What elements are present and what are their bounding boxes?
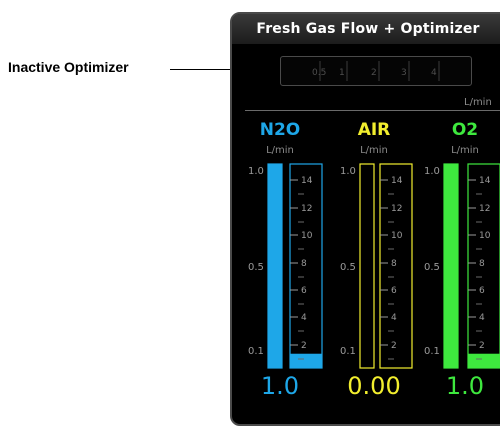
ratio-scale-label: 1.0 <box>248 166 264 177</box>
callout-label: Inactive Optimizer <box>8 59 129 75</box>
flow-scale-label: 14 <box>391 176 403 186</box>
flow-scale-label: 6 <box>301 286 307 296</box>
flow-scale-label: 12 <box>391 204 402 214</box>
flow-scale-label: 6 <box>479 286 485 296</box>
meter-o2: 1.0 0.5 0.1 14 12 10 8 6 4 2 <box>424 163 500 369</box>
flow-scale-label: 2 <box>479 341 485 351</box>
ratio-scale-label: 0.5 <box>424 262 440 273</box>
flow-scale-label: 2 <box>301 341 307 351</box>
meter-air: 1.0 0.5 0.1 14 12 10 8 6 4 2 <box>340 163 413 369</box>
meter-n2o: 1.0 0.5 0.1 14 12 10 8 6 4 2 <box>248 163 323 369</box>
flowmeter-bars: 1.00.50.114121086421.00.50.114121086421.… <box>248 163 500 369</box>
flow-scale-label: 4 <box>301 313 307 323</box>
flow-scale-label: 4 <box>479 313 485 323</box>
ratio-bar-fill <box>268 164 282 368</box>
ratio-scale-label: 0.5 <box>248 262 264 273</box>
ratio-scale-label: 1.0 <box>340 166 356 177</box>
flow-scale-label: 14 <box>301 176 313 186</box>
flow-scale-label: 8 <box>479 259 485 269</box>
ratio-scale-label: 1.0 <box>424 166 440 177</box>
ratio-scale-label: 0.1 <box>340 346 356 357</box>
ratio-scale-label: 0.5 <box>340 262 356 273</box>
ratio-scale-label: 0.1 <box>248 346 264 357</box>
flow-scale-label: 12 <box>301 204 312 214</box>
flow-scale-label: 10 <box>479 231 491 241</box>
flow-scale-label: 14 <box>479 176 491 186</box>
flow-tube-fill <box>290 353 322 368</box>
fresh-gas-flow-panel: Fresh Gas Flow + Optimizer 0.5 1 2 3 4 L/min… <box>230 12 500 426</box>
flow-scale-label: 8 <box>391 259 397 269</box>
ratio-bar-fill <box>444 164 458 368</box>
flow-scale-label: 10 <box>301 231 313 241</box>
flow-scale-label: 10 <box>391 231 403 241</box>
flow-scale-label: 8 <box>301 259 307 269</box>
flow-scale-label: 2 <box>391 341 397 351</box>
ratio-bar-frame <box>359 163 375 369</box>
flow-tube-fill <box>468 353 500 368</box>
flow-scale-label: 12 <box>479 204 490 214</box>
ratio-scale-label: 0.1 <box>424 346 440 357</box>
flow-scale-label: 4 <box>391 313 397 323</box>
flow-scale-label: 6 <box>391 286 397 296</box>
